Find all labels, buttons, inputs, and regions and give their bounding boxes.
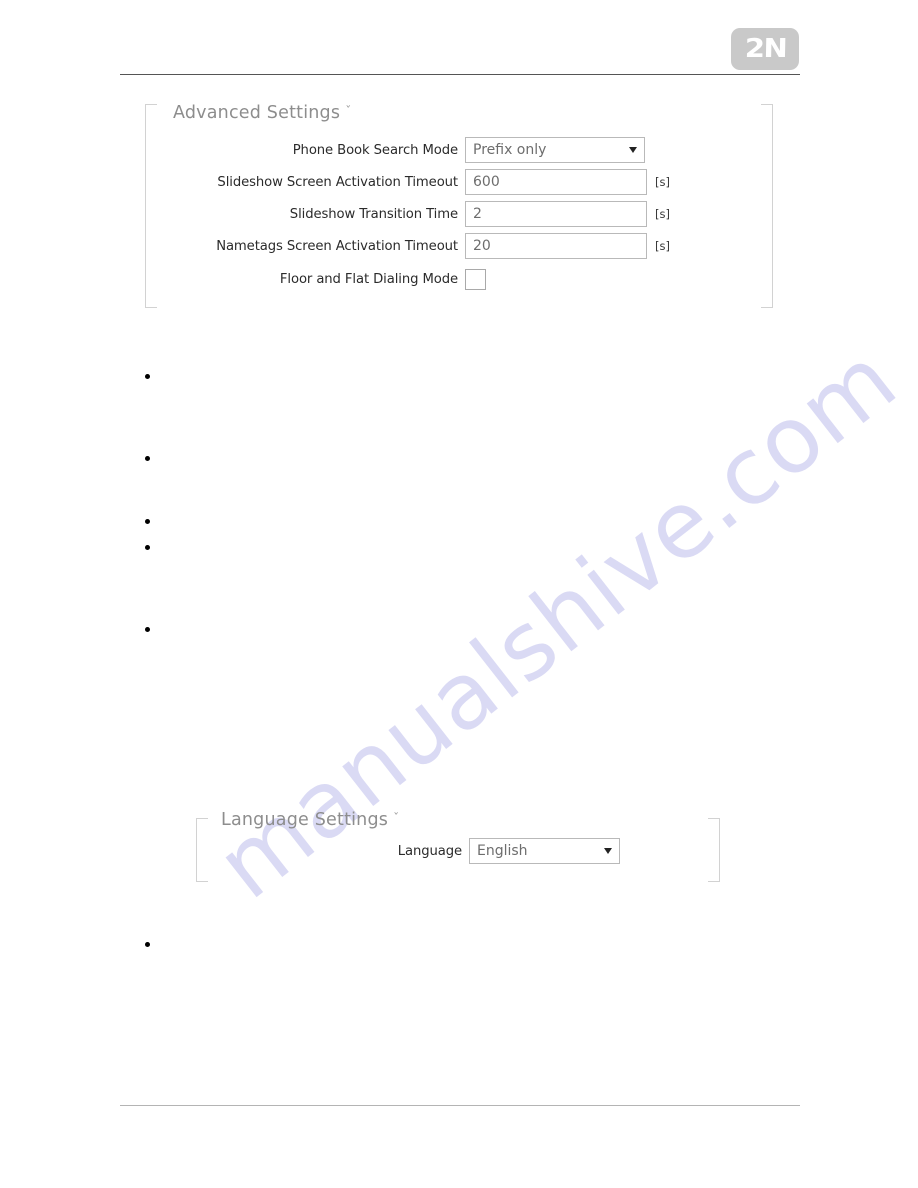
label-nametags-screen-activation-timeout: Nametags Screen Activation Timeout [216,238,458,254]
chevron-down-icon: ˇ [393,811,400,825]
unit-seconds: [s] [655,207,670,221]
brand-logo-text: 2N [744,34,786,64]
label-slideshow-transition-time: Slideshow Transition Time [289,206,458,222]
input-slideshow-screen-activation-timeout[interactable]: 600 [465,169,647,195]
advanced-settings-title[interactable]: Advanced Settings ˇ [173,103,351,123]
document-page: 2N manualshive.com Advanced Settings ˇ Ph… [0,0,918,1188]
list-item-bullet [145,519,150,524]
chevron-down-icon [629,147,637,153]
select-language[interactable]: English [469,838,620,864]
panel-bracket-left [145,104,157,308]
list-item-bullet [145,374,150,379]
chevron-down-icon [604,848,612,854]
list-item-bullet [145,545,150,550]
list-item-bullet [145,627,150,632]
panel-bracket-right [708,818,720,882]
form-row-floor-and-flat-dialing-mode: Floor and Flat Dialing Mode [168,266,486,292]
label-slideshow-screen-activation-timeout: Slideshow Screen Activation Timeout [217,174,458,190]
input-slideshow-transition-time-value: 2 [473,206,482,222]
unit-seconds: [s] [655,175,670,189]
label-phone-book-search-mode: Phone Book Search Mode [292,142,458,158]
label-language: Language [397,843,462,859]
checkbox-floor-and-flat-dialing-mode[interactable] [465,268,486,290]
label-floor-and-flat-dialing-mode: Floor and Flat Dialing Mode [279,271,458,287]
input-nametags-screen-activation-timeout[interactable]: 20 [465,233,647,259]
select-language-value: English [477,843,528,859]
unit-seconds: [s] [655,239,670,253]
input-slideshow-screen-activation-timeout-value: 600 [473,174,500,190]
input-slideshow-transition-time[interactable]: 2 [465,201,647,227]
header-rule [120,74,800,75]
form-row-slideshow-screen-activation-timeout: Slideshow Screen Activation Timeout 600 … [168,169,670,195]
form-row-language: Language English [340,838,620,864]
list-item-bullet [145,942,150,947]
form-row-slideshow-transition-time: Slideshow Transition Time 2 [s] [168,201,670,227]
form-row-phone-book-search-mode: Phone Book Search Mode Prefix only [168,137,645,163]
select-phone-book-search-mode[interactable]: Prefix only [465,137,645,163]
language-settings-title-text: Language Settings [221,810,389,830]
list-item-bullet [145,456,150,461]
footer-rule [120,1105,800,1106]
select-phone-book-search-mode-value: Prefix only [473,142,547,158]
input-nametags-screen-activation-timeout-value: 20 [473,238,491,254]
advanced-settings-title-text: Advanced Settings [173,103,341,123]
brand-logo-2n: 2N [731,28,799,70]
form-row-nametags-screen-activation-timeout: Nametags Screen Activation Timeout 20 [s… [168,233,670,259]
panel-bracket-right [761,104,773,308]
panel-bracket-left [196,818,208,882]
chevron-down-icon: ˇ [345,104,352,118]
language-settings-title[interactable]: Language Settings ˇ [221,810,399,830]
